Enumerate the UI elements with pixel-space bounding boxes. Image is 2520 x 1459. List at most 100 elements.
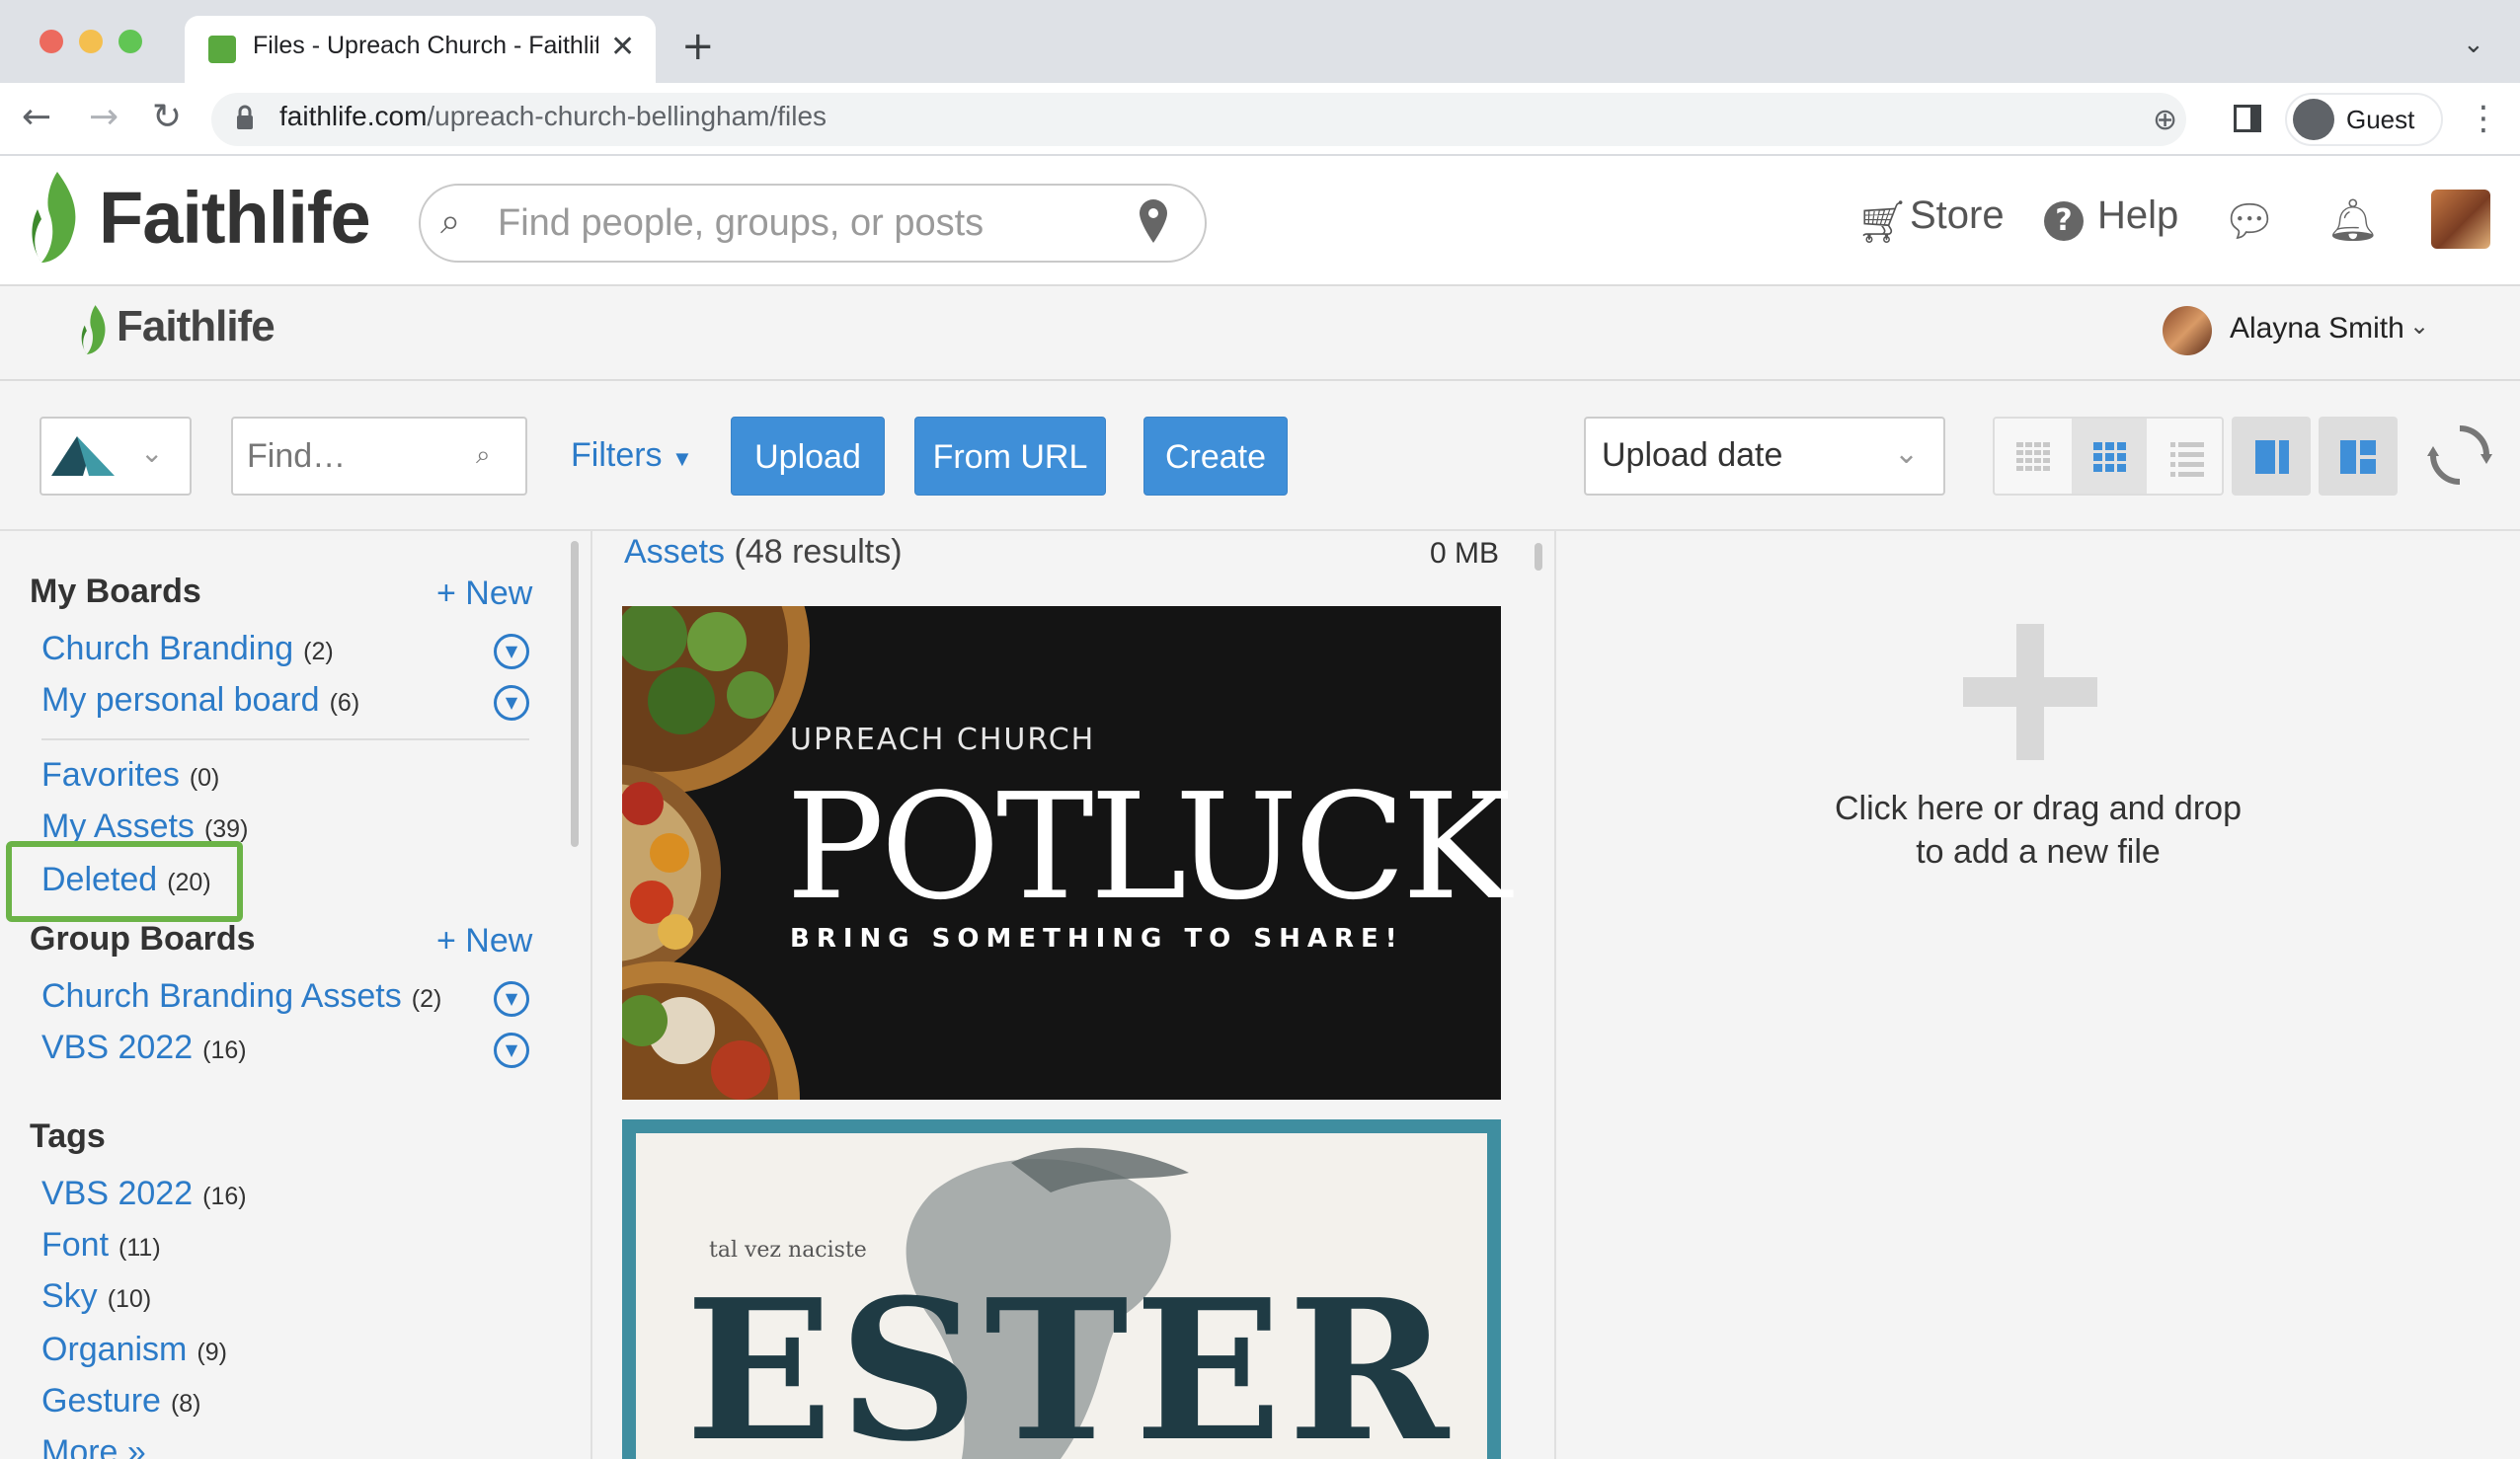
tag-label: Sky [41,1277,98,1315]
faithlife-logo-text[interactable]: Faithlife [99,176,371,260]
list-view-icon[interactable] [2149,419,2224,494]
zoom-icon[interactable]: ⊕ [2153,103,2177,137]
board-menu-chevron-icon[interactable]: ▼ [494,1033,529,1068]
new-tab-icon[interactable]: + [681,24,715,69]
faithlife-flame-small-icon [81,305,106,354]
board-count: (39) [203,815,249,843]
tab-search-chevron-icon[interactable]: ⌄ [2463,30,2484,59]
filters-label: Filters [571,436,663,474]
board-favorites[interactable]: Favorites (0) [41,756,219,795]
board-label: My personal board [41,681,320,719]
board-menu-chevron-icon[interactable]: ▼ [494,634,529,669]
search-icon[interactable]: ⌕ [476,440,491,471]
files-app-logo-text[interactable]: Faithlife [117,302,276,351]
side-panel-icon[interactable] [2234,105,2261,132]
account-avatar[interactable] [2163,306,2212,355]
forward-arrow-icon[interactable]: → [89,97,118,137]
board-count: (16) [202,1037,247,1064]
potluck-title-text: POTLUCK [786,762,1511,932]
deleted-highlight-box [6,841,243,922]
help-link[interactable]: Help [2097,193,2178,238]
board-menu-chevron-icon[interactable]: ▼ [494,685,529,721]
potluck-subtitle-text: BRING SOMETHING TO SHARE! [790,924,1404,954]
tab-close-icon[interactable]: ✕ [610,30,635,64]
dropzone-instructions-line1[interactable]: Click here or drag and drop [1556,790,2520,828]
assets-total-size: 0 MB [1430,537,1500,570]
dropzone-instructions-line2[interactable]: to add a new file [1556,833,2520,872]
board-count: (6) [329,689,360,717]
browser-menu-icon[interactable]: ⋮ [2467,99,2500,138]
upload-button[interactable]: Upload [731,417,885,496]
add-file-plus-icon-bar[interactable] [1963,677,2097,707]
url-path: /upreach-church-bellingham/files [427,101,827,131]
account-name[interactable]: Alayna Smith [2230,312,2404,346]
tags-heading: Tags [30,1117,106,1155]
address-url[interactable]: faithlife.com/upreach-church-bellingham/… [279,101,827,132]
refresh-icon[interactable] [2425,421,2494,490]
global-search-input[interactable] [498,198,1110,248]
sidebar-separator [41,738,529,740]
small-grid-view-icon[interactable] [1995,419,2070,494]
cart-icon[interactable]: 🛒︎ [1856,197,1909,247]
from-url-button[interactable]: From URL [914,417,1106,496]
tag-count: (8) [170,1390,201,1418]
back-arrow-icon[interactable]: ← [22,97,51,137]
help-icon[interactable]: ? [2044,201,2084,241]
assets-results: (48 results) [734,533,903,571]
tag-sky[interactable]: Sky (10) [41,1277,151,1316]
profile-label: Guest [2346,105,2415,134]
chevron-down-icon[interactable]: ⌄ [140,436,163,469]
split-layout-button[interactable] [2232,417,2311,496]
guest-avatar-icon [2293,99,2334,140]
tag-organism[interactable]: Organism (9) [41,1331,227,1369]
board-label: My Assets [41,807,195,845]
new-board-button[interactable]: + New [436,575,532,613]
tag-font[interactable]: Font (11) [41,1226,161,1265]
board-vbs-2022[interactable]: VBS 2022 (16) [41,1029,247,1067]
tag-gesture[interactable]: Gesture (8) [41,1382,201,1421]
board-label: VBS 2022 [41,1029,194,1066]
board-church-branding-assets[interactable]: Church Branding Assets (2) [41,977,441,1016]
messages-icon[interactable]: 💬︎ [2222,195,2277,247]
more-tags-link[interactable]: More » [41,1433,146,1459]
board-church-branding[interactable]: Church Branding (2) [41,630,334,668]
board-menu-chevron-icon[interactable]: ▼ [494,981,529,1017]
assets-scrollbar[interactable] [1535,543,1542,571]
new-group-board-button[interactable]: + New [436,922,532,960]
sidebar-scrollbar[interactable] [571,541,579,847]
window-minimize-button[interactable] [79,30,103,53]
location-pin-icon[interactable] [1138,197,1169,245]
user-avatar[interactable] [2431,190,2490,249]
board-label: Church Branding Assets [41,977,402,1015]
store-link[interactable]: Store [1910,193,2005,238]
dashboard-layout-button[interactable] [2319,417,2398,496]
create-button[interactable]: Create [1143,417,1288,496]
lock-icon [237,105,253,129]
window-close-button[interactable] [39,30,63,53]
find-input[interactable] [247,434,464,478]
board-my-personal-board[interactable]: My personal board (6) [41,681,359,720]
chevron-down-icon[interactable]: ⌄ [1894,436,1919,471]
dashboard-panel-icon [2340,440,2376,474]
chevron-down-icon[interactable]: ⌄ [2409,312,2429,340]
grid-view-icon[interactable] [2072,419,2147,494]
tag-count: (9) [197,1339,227,1366]
url-host: faithlife.com [279,101,428,131]
files-app-header [0,286,2520,381]
assets-link[interactable]: Assets [624,533,725,571]
window-zoom-button[interactable] [118,30,142,53]
reload-icon[interactable]: ↻ [152,97,182,137]
filters-dropdown[interactable]: Filters ▼ [571,436,693,475]
faithlife-flame-logo-icon[interactable] [28,170,85,265]
board-count: (2) [303,638,334,665]
tag-label: Organism [41,1331,188,1368]
my-boards-heading: My Boards [30,573,201,610]
upreach-mountain-logo-icon [51,436,115,476]
tag-vbs-2022[interactable]: VBS 2022 (16) [41,1175,247,1213]
tag-count: (10) [107,1285,152,1313]
faithlife-favicon-icon [208,36,236,63]
tag-count: (11) [118,1234,161,1262]
assets-header: Assets (48 results) [624,533,903,572]
board-count: (2) [411,985,442,1013]
notifications-bell-icon[interactable]: 🔔︎ [2326,195,2379,245]
